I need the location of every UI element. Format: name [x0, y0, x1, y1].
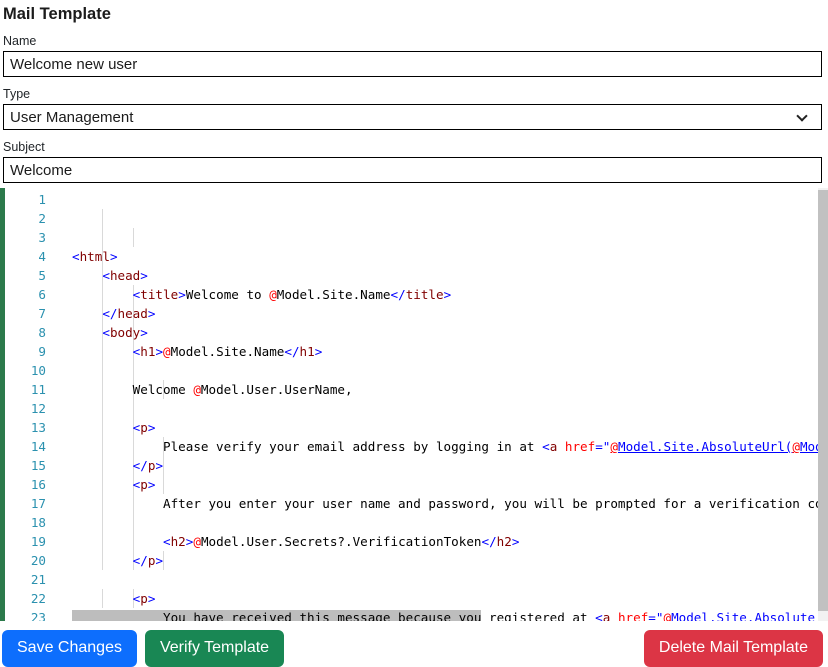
code-line: Please verify your email address by logg… [72, 439, 823, 454]
line-number: 10 [30, 363, 46, 378]
code-line: After you enter your user name and passw… [72, 496, 823, 511]
line-number: 8 [38, 325, 46, 340]
delete-mail-template-button[interactable]: Delete Mail Template [643, 630, 823, 667]
code-line: <body> [102, 325, 148, 340]
line-number: 7 [38, 306, 46, 321]
page-title: Mail Template [3, 5, 111, 23]
line-number: 20 [30, 553, 46, 568]
save-changes-button[interactable]: Save Changes [2, 630, 137, 667]
line-number: 5 [38, 268, 46, 283]
line-number: 18 [30, 515, 46, 530]
code-line: <h2>@Model.User.Secrets?.VerificationTok… [163, 534, 520, 549]
line-number: 15 [30, 458, 46, 473]
line-number: 21 [30, 572, 46, 587]
line-number: 3 [38, 230, 46, 245]
code-editor-content[interactable]: <html> <head> <title>Welcome to @Model.S… [72, 190, 828, 621]
line-number: 17 [30, 496, 46, 511]
line-number: 9 [38, 344, 46, 359]
code-line: <p> [132, 420, 156, 435]
code-line: <h1>@Model.Site.Name</h1> [132, 344, 323, 359]
subject-label: Subject [3, 140, 45, 154]
code-line: </p> [132, 458, 164, 473]
code-editor[interactable]: 1 2 3 4 5 6 7 8 9 10 11 12 13 14 15 16 17 18 19 20 21 22 23 <h… [0, 188, 828, 621]
name-field-group: Name [3, 34, 828, 77]
indent-guide [133, 228, 134, 247]
name-label: Name [3, 34, 37, 48]
code-line: </head> [102, 306, 156, 321]
line-number: 19 [30, 534, 46, 549]
type-field-group: Type User Management [3, 87, 828, 130]
code-line: <p> [132, 477, 156, 492]
code-line: <title>Welcome to @Model.Site.Name</titl… [132, 287, 452, 302]
line-number: 6 [38, 287, 46, 302]
code-line: <html> [72, 249, 118, 264]
type-label: Type [3, 87, 31, 101]
editor-gutter: 1 2 3 4 5 6 7 8 9 10 11 12 13 14 15 16 17 18 19 20 21 22 23 [5, 190, 72, 621]
line-number: 23 [30, 610, 46, 621]
mail-template-page: Mail Template Name Type User Management … [0, 0, 828, 667]
code-line: </p> [132, 553, 164, 568]
line-number: 4 [38, 249, 46, 264]
code-line: Welcome @Model.User.UserName, [72, 382, 353, 397]
line-number: 12 [30, 401, 46, 416]
vertical-scrollbar[interactable] [818, 188, 828, 621]
line-number: 2 [38, 211, 46, 226]
line-number: 14 [30, 439, 46, 454]
subject-input[interactable] [3, 157, 822, 183]
type-select[interactable]: User Management [3, 104, 822, 130]
line-number: 1 [38, 192, 46, 207]
line-number: 16 [30, 477, 46, 492]
code-line: <p> [132, 591, 156, 606]
code-line: You have received this message because y… [72, 610, 816, 621]
vertical-scrollbar-thumb[interactable] [818, 190, 828, 611]
line-number: 13 [30, 420, 46, 435]
line-number: 11 [30, 382, 46, 397]
line-number: 22 [30, 591, 46, 606]
verify-template-button[interactable]: Verify Template [144, 630, 285, 667]
subject-field-group: Subject [3, 140, 828, 183]
code-line: <head> [102, 268, 148, 283]
name-input[interactable] [3, 51, 822, 77]
action-button-row: Save Changes Verify Template Delete Mail… [0, 630, 828, 667]
